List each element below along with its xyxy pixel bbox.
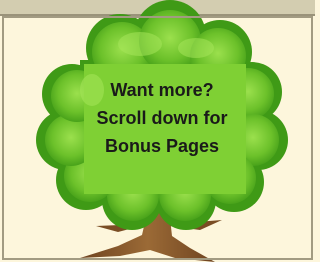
message-line-1: Want more? [110, 80, 214, 100]
bonus-pages-message: Want more? Scroll down for Bonus Pages [72, 76, 252, 160]
message-line-2: Scroll down for [96, 108, 228, 128]
message-line-3: Bonus Pages [104, 136, 220, 156]
bonus-pages-panel: Want more? Scroll down for Bonus Pages [0, 0, 315, 262]
